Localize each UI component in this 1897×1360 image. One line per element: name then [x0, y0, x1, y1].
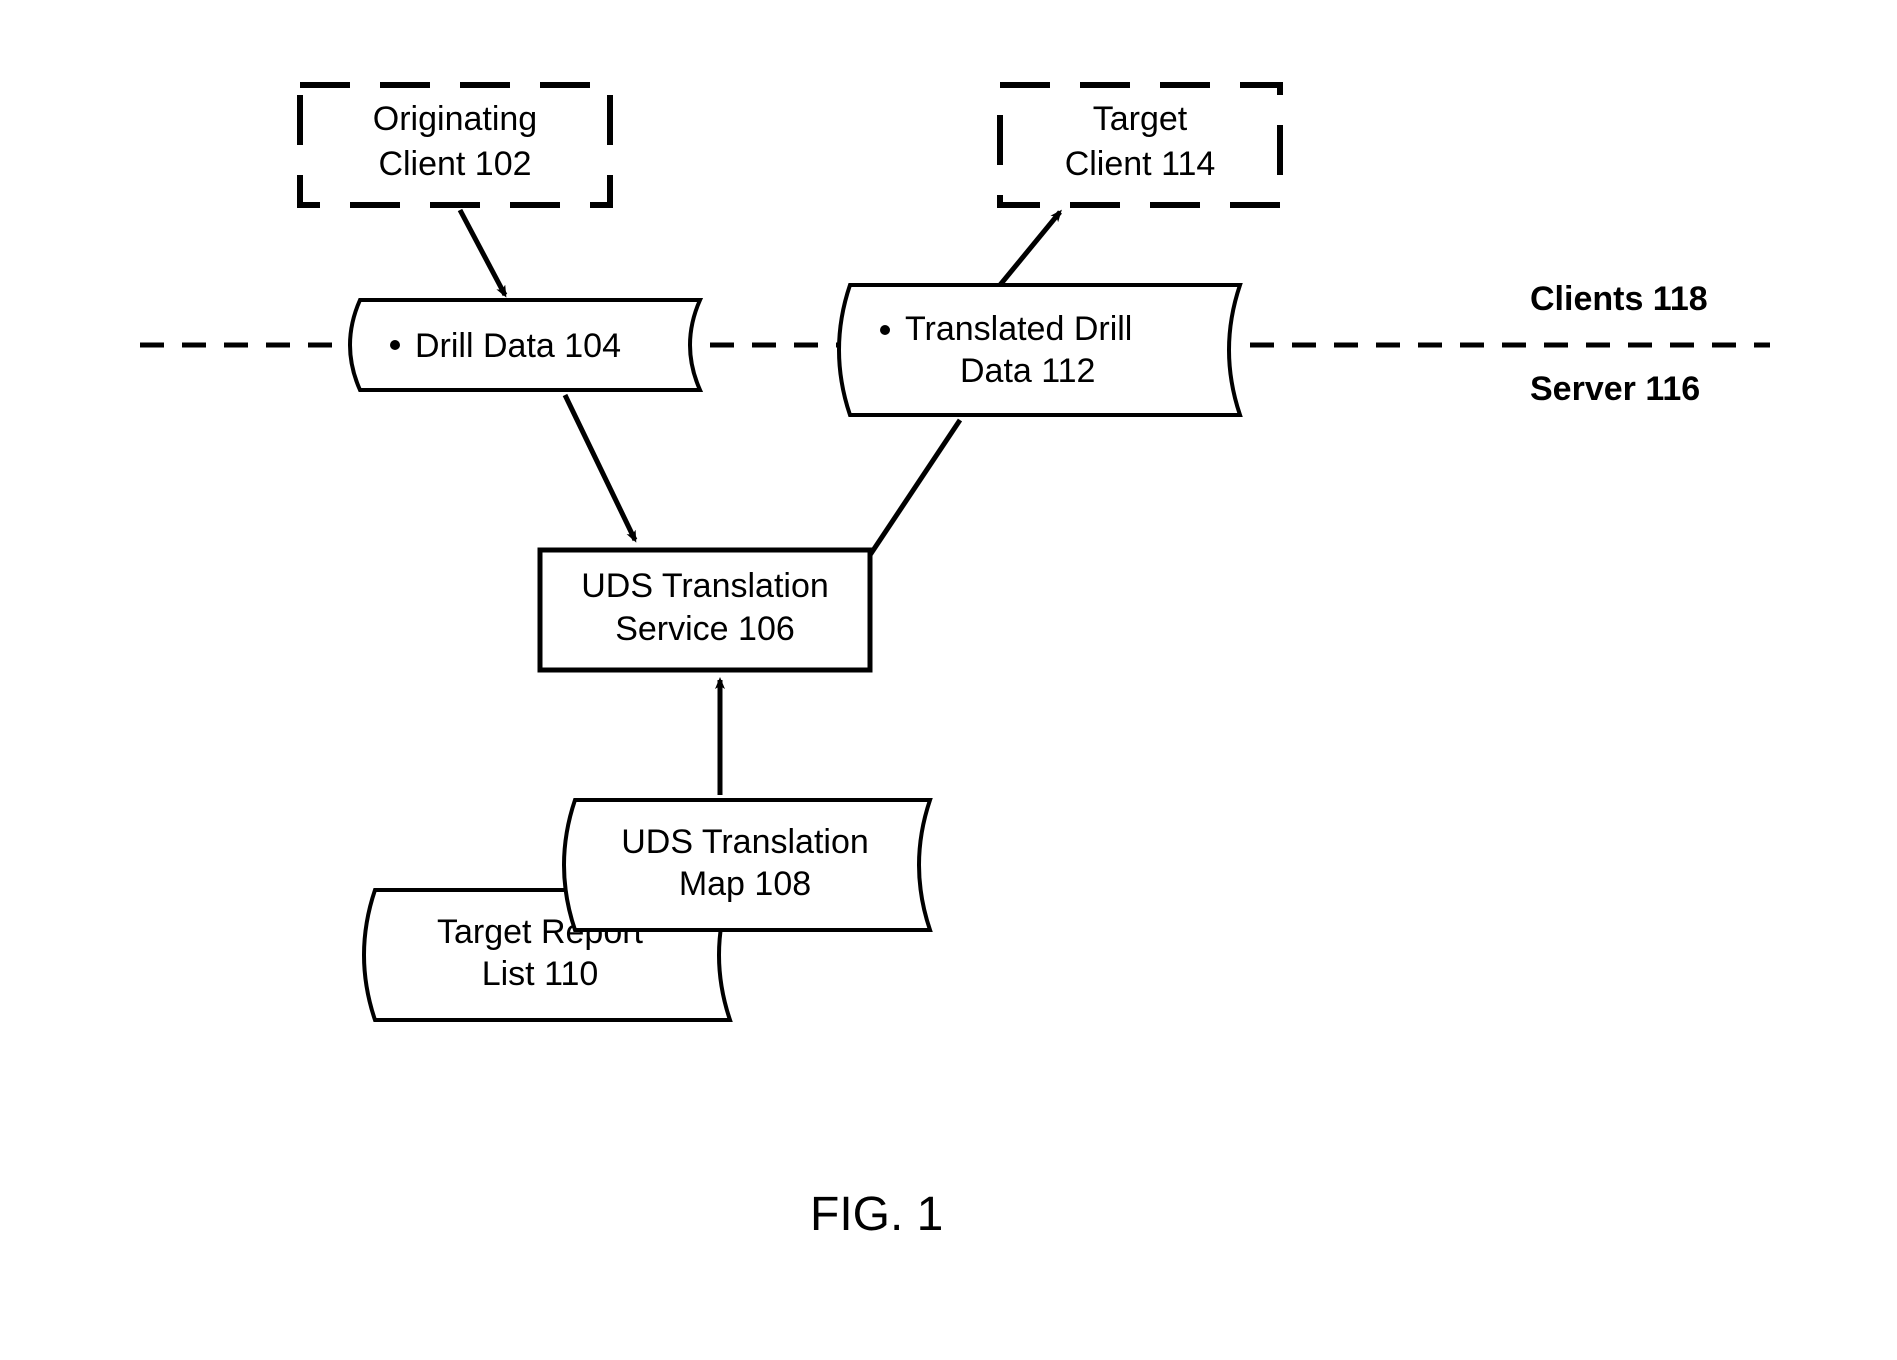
- uds-service-line1: UDS Translation: [581, 567, 829, 605]
- uds-map-line2: Map 108: [679, 865, 811, 903]
- uds-service-line2: Service 106: [615, 610, 795, 648]
- target-client-box: Target Client 114: [1000, 85, 1280, 205]
- uds-map-doc: UDS Translation Map 108: [564, 800, 930, 930]
- drill-data-label: Drill Data 104: [415, 327, 621, 365]
- arrow-translated-to-targetclient: [1000, 212, 1060, 285]
- arrow-origclient-to-drilldata: [460, 210, 505, 295]
- target-client-line1: Target: [1093, 100, 1188, 138]
- clients-label: Clients 118: [1530, 280, 1708, 318]
- translated-drill-line2: Data 112: [960, 352, 1095, 390]
- originating-client-line1: Originating: [373, 100, 537, 138]
- arrow-udsservice-to-translated-seg1: [870, 420, 960, 555]
- drill-data-doc: Drill Data 104: [350, 300, 700, 390]
- arrow-drilldata-to-udsservice: [565, 395, 635, 540]
- uds-service-box: UDS Translation Service 106: [540, 550, 870, 670]
- figure-caption: FIG. 1: [810, 1188, 943, 1241]
- server-label: Server 116: [1530, 370, 1700, 408]
- translated-drill-doc: Translated Drill Data 112: [839, 285, 1240, 415]
- translated-drill-line1: Translated Drill: [905, 310, 1132, 348]
- uds-map-line1: UDS Translation: [621, 823, 869, 861]
- originating-client-box: Originating Client 102: [300, 85, 610, 205]
- target-client-line2: Client 114: [1065, 145, 1216, 183]
- target-report-line2: List 110: [482, 955, 599, 993]
- originating-client-line2: Client 102: [378, 145, 531, 183]
